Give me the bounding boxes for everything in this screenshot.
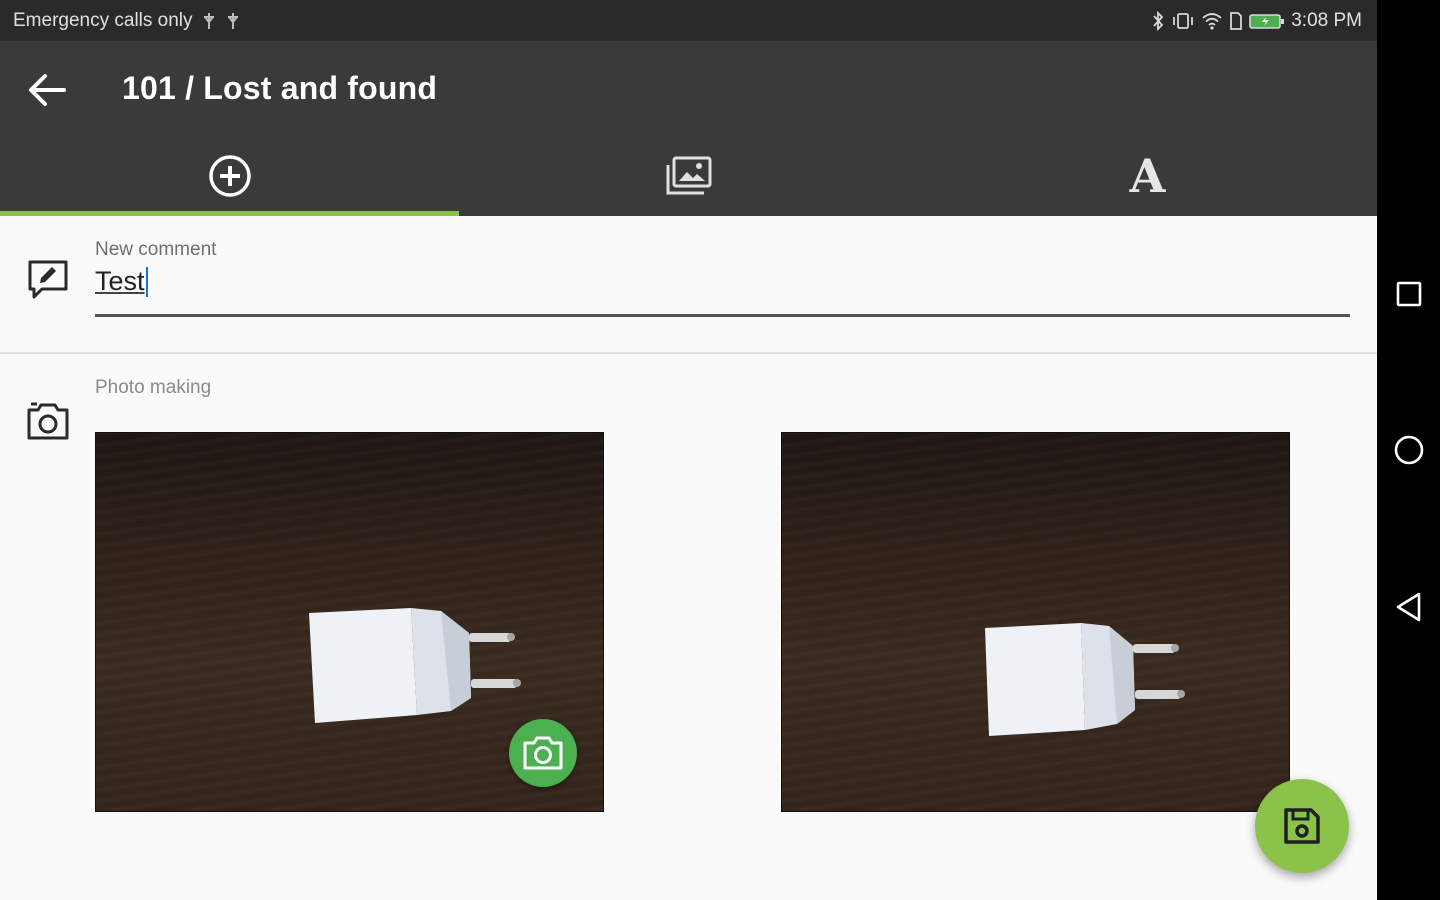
back-button[interactable] [22,67,72,113]
photo-library-icon [666,156,711,195]
recents-button[interactable] [1389,274,1429,314]
home-button[interactable] [1389,430,1429,470]
comment-input[interactable]: Test [95,266,148,297]
photo-label: Photo making [95,377,212,398]
comment-section: New comment Test [0,216,1377,354]
app-toolbar: 101 / Lost and found [0,41,1377,136]
recents-square-icon [1396,281,1422,307]
carrier-text: Emergency calls only [13,10,193,31]
vibrate-icon [1171,11,1195,31]
status-bar-right: 3:08 PM [1151,10,1362,32]
home-circle-icon [1394,435,1424,465]
tab-text[interactable]: A [918,136,1377,216]
page-title: 101 / Lost and found [122,70,438,106]
text-cursor [145,266,148,297]
tab-bar: A [0,136,1377,216]
comment-edit-icon [28,260,68,299]
charger-image [309,608,521,723]
take-photo-button[interactable] [509,719,577,787]
charger-image [985,623,1185,736]
signal-off-icon [201,11,217,31]
wifi-icon [1201,11,1223,31]
system-nav-bar [1377,0,1440,900]
status-bar: Emergency calls only 3:08 PM [0,0,1377,41]
tab-add[interactable] [0,136,459,216]
save-icon [1284,808,1320,844]
camera-icon [523,736,563,770]
tab-photos[interactable] [459,136,918,216]
signal-off-icon [225,11,241,31]
bluetooth-icon [1151,11,1165,31]
add-circle-icon [208,155,251,197]
arrow-back-icon [29,74,66,106]
app-screen: Emergency calls only 3:08 PM 101 / Lost … [0,0,1377,900]
save-button[interactable] [1255,779,1349,873]
back-triangle-icon [1396,592,1421,622]
status-time: 3:08 PM [1291,10,1362,31]
back-nav-button[interactable] [1389,587,1429,627]
camera-switch-icon [27,402,69,440]
comment-label: New comment [95,239,217,260]
comment-text: Test [95,266,145,296]
photo-thumbnail[interactable] [781,432,1290,812]
sim-icon [1229,11,1243,31]
battery-charging-icon [1249,11,1285,31]
comment-input-underline [95,314,1350,317]
text-font-icon: A [1129,149,1166,203]
status-bar-left: Emergency calls only [13,10,241,32]
